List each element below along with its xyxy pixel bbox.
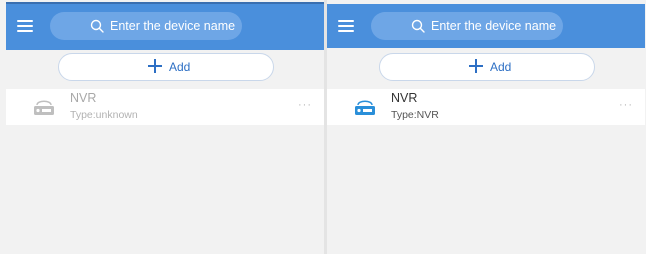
device-type: Type:unknown [70, 109, 138, 121]
more-options-icon[interactable]: ··· [298, 99, 312, 111]
device-name: NVR [391, 91, 418, 105]
device-name: NVR [70, 91, 97, 105]
more-options-icon[interactable]: ··· [619, 99, 633, 111]
search-input[interactable]: Enter the device name [50, 12, 242, 40]
search-input[interactable]: Enter the device name [371, 12, 563, 40]
add-button-label: Add [169, 60, 191, 74]
top-bar: Enter the device name [327, 4, 645, 48]
add-device-button[interactable]: Add [379, 53, 595, 81]
search-placeholder: Enter the device name [431, 19, 557, 33]
menu-icon[interactable] [17, 19, 33, 33]
search-icon [411, 19, 425, 33]
device-list-item[interactable]: NVR Type:unknown ··· [6, 89, 324, 125]
device-type: Type:NVR [391, 109, 439, 121]
menu-icon[interactable] [338, 19, 354, 33]
plus-icon [469, 59, 483, 73]
plus-icon [148, 59, 162, 73]
nvr-device-icon [34, 100, 54, 115]
search-icon [90, 19, 104, 33]
top-bar: Enter the device name [6, 2, 324, 50]
search-placeholder: Enter the device name [110, 19, 236, 33]
device-list-panel-online: Enter the device name Add NVR Type:NVR ·… [327, 0, 645, 254]
device-list-item[interactable]: NVR Type:NVR ··· [327, 89, 645, 125]
device-list-panel-offline: Enter the device name Add NVR Type:unkno… [6, 0, 324, 254]
nvr-device-icon [355, 100, 375, 115]
add-device-button[interactable]: Add [58, 53, 274, 81]
add-button-label: Add [490, 60, 512, 74]
